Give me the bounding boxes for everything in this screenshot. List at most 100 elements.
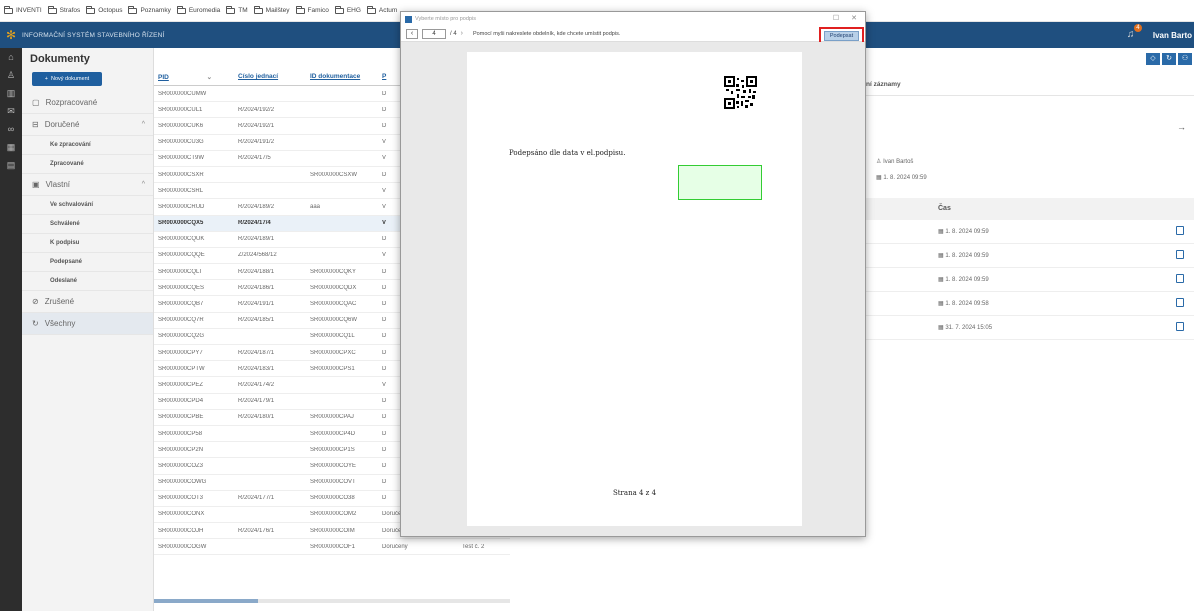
sidebar-item-rozpracovane[interactable]: ▢ Rozpracované [22, 92, 153, 114]
bookmark-label: Octopus [98, 7, 123, 14]
maximize-icon[interactable]: ☐ [833, 14, 839, 22]
time-row: ▦ 1. 8. 2024 09:59 [866, 244, 1194, 268]
user-add-icon[interactable]: ⚇ [1178, 53, 1192, 65]
table-cell-cj: R/2024/179/1 [238, 398, 275, 405]
diamond-icon[interactable]: ◇ [1146, 53, 1160, 65]
sidebar-item-k-podpisu[interactable]: K podpisu [22, 234, 153, 253]
time-row: ▦ 31. 7. 2024 15:05 [866, 316, 1194, 340]
table-cell-cj: R/2024/191/1 [238, 301, 275, 308]
bookmark-famico[interactable]: Famico [295, 5, 329, 14]
table-cell-pid: SR00X000COJH [158, 527, 204, 534]
sidebar-item-ve-schvalovani[interactable]: Ve schvalování [22, 196, 153, 215]
table-cell-idd: SR00X000COIM [310, 527, 355, 534]
document-icon[interactable] [1176, 226, 1184, 235]
calendar-icon: ▦ [876, 175, 882, 181]
bookmark-mailstey[interactable]: Mailštey [253, 5, 290, 14]
sidebar-item-zrusene[interactable]: ⊘ Zrušené [22, 291, 153, 313]
table-cell-pid: SR00X000COGW [158, 543, 207, 550]
column-header-iddok[interactable]: ID dokumentace [306, 73, 378, 80]
column-header-cislo[interactable]: Číslo jednací [234, 73, 306, 80]
document-icon[interactable]: ▤ [0, 156, 22, 174]
refresh-icon[interactable]: ↻ [1162, 53, 1176, 65]
bookmark-euromedia[interactable]: Euromedia [176, 5, 220, 14]
sidebar-item-vsechny[interactable]: ↻ Všechny [22, 313, 153, 335]
table-cell-pid: SR00X000CPD4 [158, 398, 204, 405]
table-cell-idd: SR00X000CO38 [310, 495, 355, 502]
folder-icon [176, 5, 186, 14]
bell-icon[interactable]: ♫ 4 [1127, 24, 1142, 41]
folder-icon [128, 5, 138, 14]
arrow-right-icon[interactable]: → [1177, 122, 1186, 132]
record-user: ♙ Ivan Bartoš [876, 158, 913, 165]
signature-area-rectangle[interactable] [678, 165, 762, 200]
table-row[interactable]: SR00X000COGW SR00X000COF1 Doručený Test č. … [154, 539, 510, 556]
table-cell-pid: SR00X000COT3 [158, 495, 204, 502]
bookmark-label: Strafos [59, 7, 81, 14]
calendar-icon[interactable]: ▦ [0, 138, 22, 156]
table-cell-pid: SR00X000CUL1 [158, 106, 203, 113]
person-icon: ♙ [876, 159, 882, 165]
sidebar-item-zpracovane[interactable]: Zpracované [22, 155, 153, 174]
cancel-icon: ⊘ [32, 297, 39, 306]
home-icon[interactable]: ⌂ [0, 48, 22, 66]
bookmark-tm[interactable]: TM [226, 5, 248, 14]
app-title: INFORMAČNÍ SYSTÉM STAVEBNÍHO ŘÍZENÍ [22, 31, 165, 39]
document-icon[interactable] [1176, 298, 1184, 307]
bookmark-actum[interactable]: Actum [366, 5, 397, 14]
sort-down-icon: ⌄ [206, 73, 213, 81]
table-cell-cj: R/2024/192/1 [238, 122, 275, 129]
window-controls: ☐ ✕ [833, 14, 857, 22]
next-page-icon[interactable]: › [461, 30, 463, 37]
page-number-input[interactable]: 4 [422, 28, 446, 39]
table-cell-pid: SR00X000CQUK [158, 236, 205, 243]
close-icon[interactable]: ✕ [851, 14, 857, 22]
horizontal-scrollbar[interactable] [154, 599, 510, 603]
refresh-icon: ↻ [32, 319, 39, 328]
table-cell-pid: SR00X000COZ3 [158, 462, 204, 469]
table-cell-cj: R/2024/180/1 [238, 414, 275, 421]
table-cell-idd: aaa [310, 203, 321, 210]
sidebar-item-odeslane[interactable]: Odeslané [22, 272, 153, 291]
sidebar-item-podepsane[interactable]: Podepsané [22, 253, 153, 272]
column-header-pid[interactable]: PID ⌄ [154, 73, 234, 81]
signature-dialog: Vyberte místo pro podpis ☐ ✕ ‹ 4 / 4 › P… [400, 11, 866, 537]
folder-icon [253, 5, 263, 14]
prev-page-button[interactable]: ‹ [406, 28, 418, 39]
new-document-button[interactable]: + Nový dokument [32, 72, 102, 86]
table-cell-cj: R/2024/174/2 [238, 381, 275, 388]
table-cell-cj: R/2024/183/1 [238, 365, 275, 372]
table-cell-pid: SR00X000CP2N [158, 446, 204, 453]
sidebar-item-ke-zpracovani[interactable]: Ke zpracování [22, 136, 153, 155]
records-header: ní záznamy [866, 74, 1194, 96]
person-icon[interactable]: ♙ [0, 66, 22, 84]
pdf-viewer[interactable]: Podepsáno dle data v el.podpisu. Strana … [401, 42, 865, 536]
sign-button[interactable]: Podepsat [824, 31, 859, 41]
pdf-page[interactable]: Podepsáno dle data v el.podpisu. Strana … [467, 52, 802, 526]
time-value: ▦ 1. 8. 2024 09:59 [938, 276, 989, 283]
sidebar-item-vlastni[interactable]: ▣ Vlastní ^ [22, 174, 153, 196]
document-icon[interactable] [1176, 274, 1184, 283]
building-icon[interactable]: ▥ [0, 84, 22, 102]
time-text: 1. 8. 2024 09:59 [945, 253, 989, 259]
table-cell-idd: SR00X000CPS1 [310, 365, 355, 372]
table-cell-pid: SR00X000CPEZ [158, 381, 204, 388]
page-footer: Strana 4 z 4 [612, 489, 657, 497]
calendar-icon: ▦ [938, 277, 944, 283]
calendar-icon: ▦ [938, 229, 944, 235]
bookmark-poznamky[interactable]: Poznamky [128, 5, 171, 14]
sidebar-item-schvalene[interactable]: Schválené [22, 215, 153, 234]
document-icon[interactable] [1176, 322, 1184, 331]
plus-icon: + [44, 76, 48, 82]
mail-icon[interactable]: ✉ [0, 102, 22, 120]
scrollbar-thumb[interactable] [154, 599, 258, 603]
bookmark-strafos[interactable]: Strafos [47, 5, 81, 14]
link-icon[interactable]: ∞ [0, 120, 22, 138]
document-icon[interactable] [1176, 250, 1184, 259]
time-header-label: Čas [938, 205, 951, 212]
bookmark-ehg[interactable]: EHG [334, 5, 361, 14]
sidebar-item-dorucene[interactable]: ⊟ Doručené ^ [22, 114, 153, 136]
bookmark-inventi[interactable]: INVENTI [4, 5, 42, 14]
folder-icon [226, 5, 236, 14]
user-name[interactable]: Ivan Barto [1153, 31, 1192, 40]
bookmark-octopus[interactable]: Octopus [86, 5, 123, 14]
